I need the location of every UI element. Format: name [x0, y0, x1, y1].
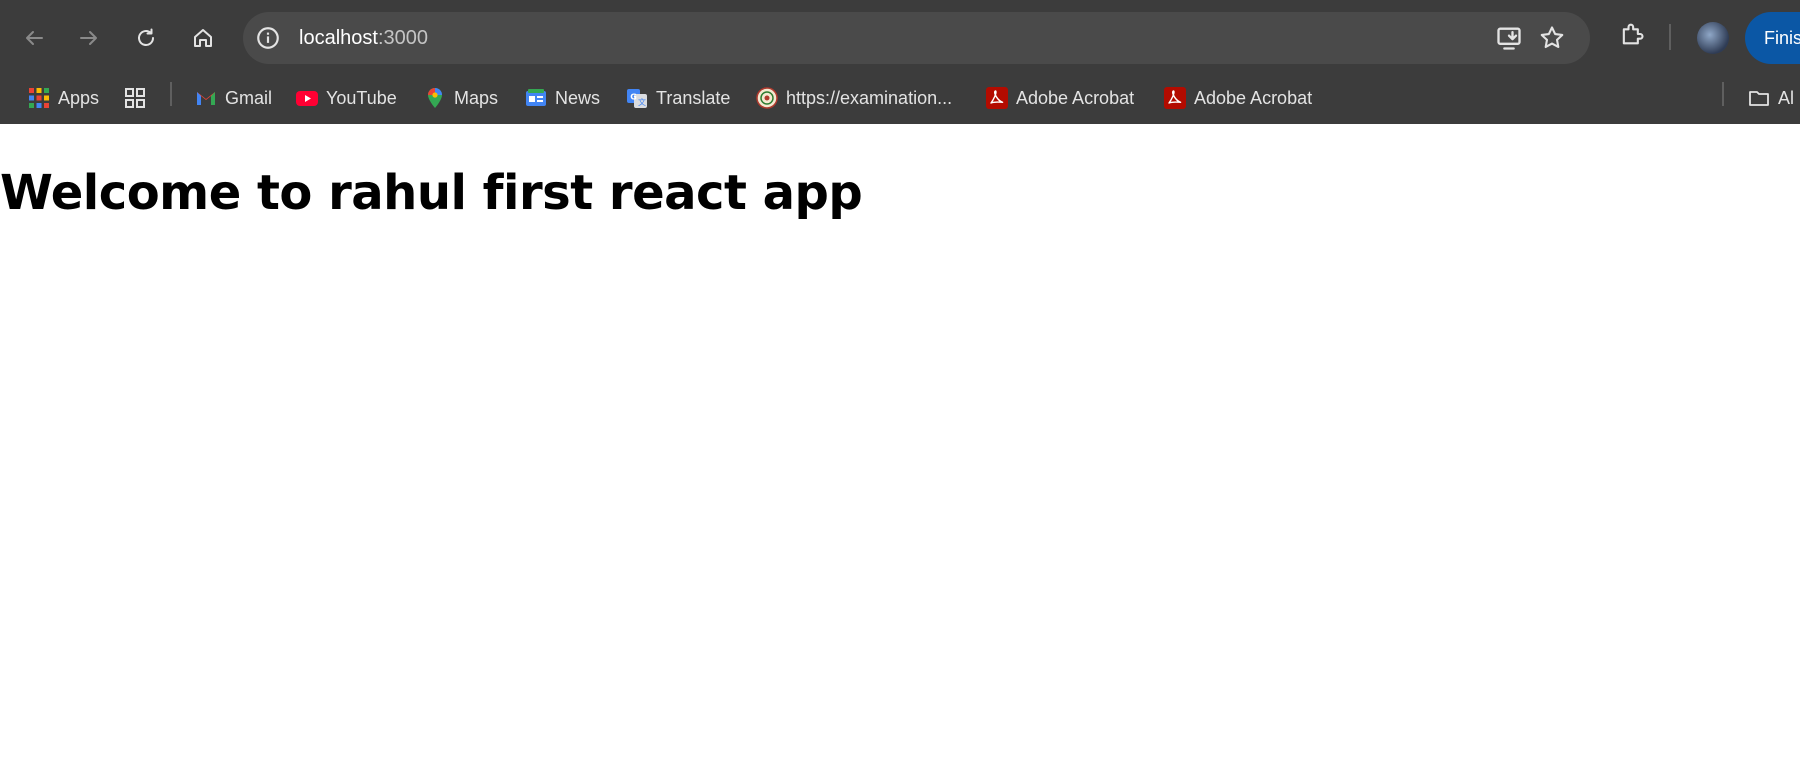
- bookmark-adobe-acrobat-2[interactable]: Adobe Acrobat: [1164, 82, 1312, 114]
- arrow-right-icon: [80, 31, 97, 45]
- bookmark-label: https://examination...: [786, 87, 953, 108]
- svg-text:文: 文: [638, 97, 646, 107]
- bookmark-news[interactable]: News: [525, 82, 600, 114]
- url-text[interactable]: localhost:3000: [299, 25, 428, 51]
- bookmark-star-icon[interactable]: [1538, 24, 1566, 52]
- back-button[interactable]: [14, 18, 54, 58]
- bookmark-label: Translate: [656, 87, 731, 108]
- youtube-icon: [296, 87, 318, 109]
- bookmarks-divider: [1722, 82, 1724, 106]
- translate-icon: G 文: [626, 87, 648, 109]
- adobe-acrobat-icon: [986, 87, 1008, 109]
- reload-button[interactable]: [126, 18, 166, 58]
- bookmark-label: Adobe Acrobat: [1194, 87, 1313, 108]
- address-bar[interactable]: localhost:3000: [243, 12, 1590, 64]
- bookmark-label: Maps: [454, 87, 499, 108]
- bookmarks-divider: [170, 82, 172, 106]
- bookmark-label: Gmail: [225, 87, 273, 108]
- bookmark-label: Apps: [58, 87, 100, 108]
- url-port: :3000: [377, 27, 428, 49]
- bookmark-youtube[interactable]: YouTube: [296, 82, 397, 114]
- gmail-icon: [195, 87, 217, 109]
- bookmark-label: News: [555, 87, 601, 108]
- svg-text:G: G: [630, 93, 637, 102]
- folder-icon: [1748, 87, 1770, 109]
- bookmark-translate[interactable]: G 文 Translate: [626, 82, 730, 114]
- install-app-icon[interactable]: [1495, 24, 1523, 52]
- bookmark-maps[interactable]: Maps: [424, 82, 498, 114]
- bookmark-tab-groups[interactable]: [124, 82, 146, 114]
- profile-avatar[interactable]: [1697, 22, 1729, 54]
- arrow-left-icon: [26, 31, 43, 45]
- home-icon: [194, 29, 212, 47]
- tab-groups-icon: [124, 87, 146, 109]
- apps-grid-icon: [28, 87, 50, 109]
- maps-icon: [424, 87, 446, 109]
- bookmark-label: YouTube: [326, 87, 397, 108]
- browser-toolbar: localhost:3000 Finish: [0, 0, 1800, 72]
- finish-update-button[interactable]: Finish: [1745, 12, 1800, 64]
- url-host: localhost: [299, 27, 378, 49]
- news-icon: [525, 87, 547, 109]
- bookmark-gmail[interactable]: Gmail: [195, 82, 272, 114]
- page-heading: Welcome to rahul first react app: [0, 165, 863, 221]
- bookmark-examination[interactable]: https://examination...: [756, 82, 952, 114]
- browser-chrome: localhost:3000 Finish: [0, 0, 1800, 124]
- site-info-icon[interactable]: [255, 25, 281, 51]
- extensions-puzzle-icon[interactable]: [1618, 20, 1646, 48]
- seal-icon: [756, 87, 778, 109]
- bookmark-adobe-acrobat-1[interactable]: Adobe Acrobat: [986, 82, 1134, 114]
- home-button[interactable]: [183, 18, 223, 58]
- bookmarks-bar: Apps Gmail YouTube Maps News G 文 Transla…: [0, 72, 1800, 124]
- reload-icon: [138, 28, 154, 46]
- bookmark-label: Al: [1778, 87, 1795, 108]
- forward-button[interactable]: [69, 18, 109, 58]
- adobe-acrobat-icon: [1164, 87, 1186, 109]
- toolbar-divider: [1669, 24, 1671, 50]
- bookmark-label: Adobe Acrobat: [1016, 87, 1135, 108]
- bookmark-apps[interactable]: Apps: [28, 82, 99, 114]
- bookmark-all-bookmarks[interactable]: Al: [1748, 82, 1794, 114]
